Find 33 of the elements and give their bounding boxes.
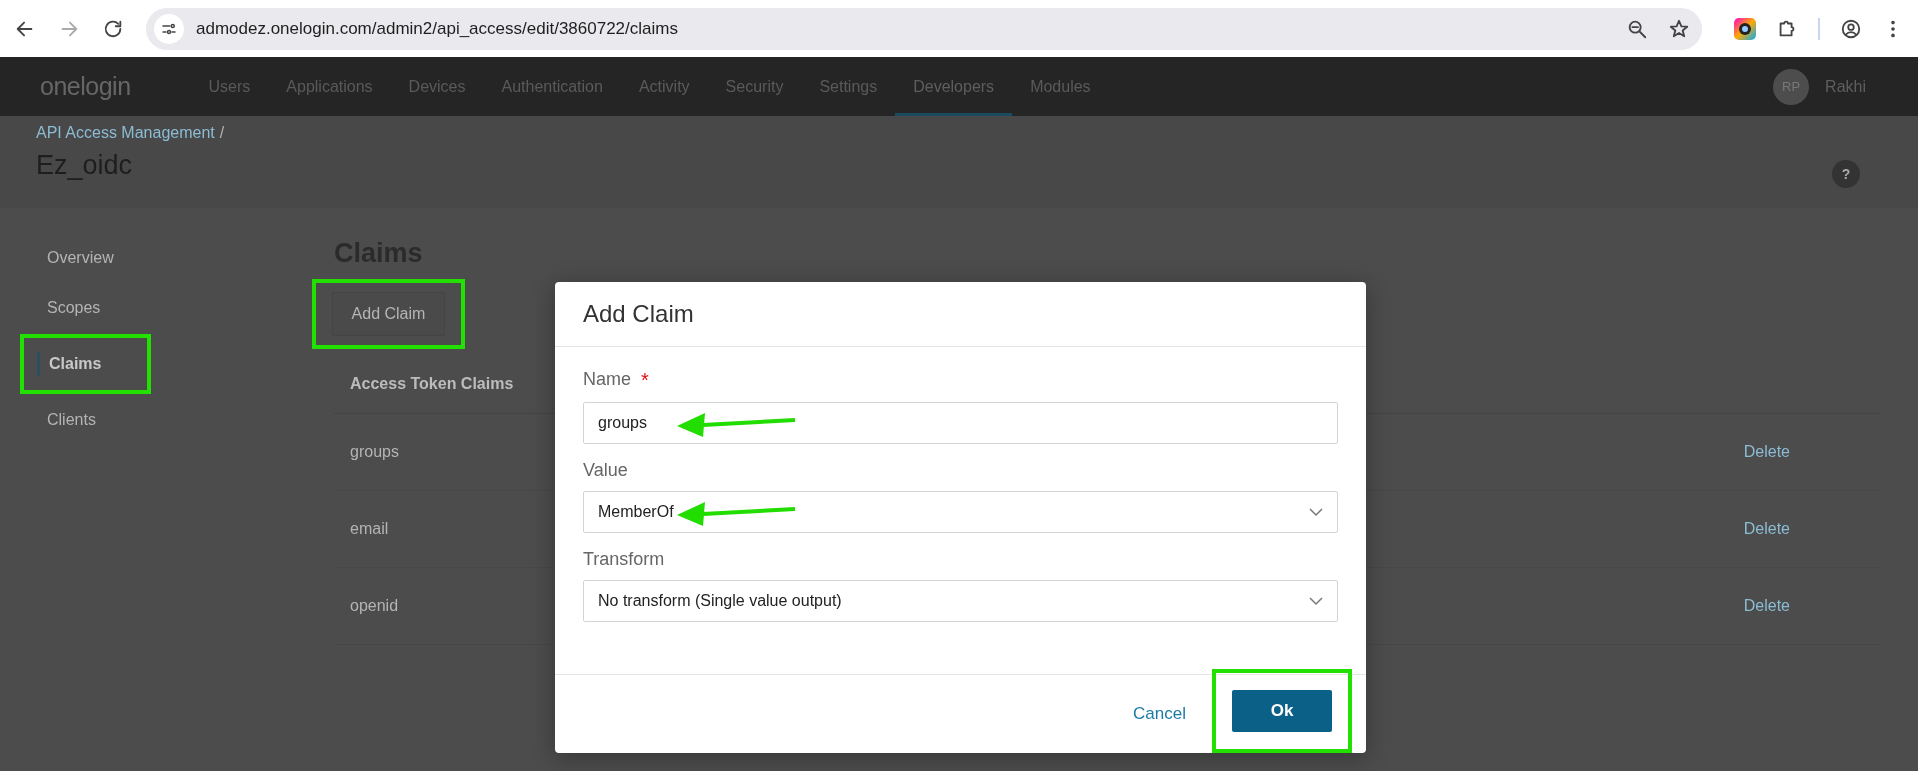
sidebar-item[interactable]: Scopes bbox=[20, 284, 334, 332]
sidebar-item[interactable]: Clients bbox=[20, 396, 334, 444]
logo[interactable]: onelogin bbox=[40, 72, 131, 101]
sidebar-item[interactable]: Overview bbox=[20, 234, 334, 282]
required-mark: * bbox=[641, 369, 649, 392]
breadcrumb-separator: / bbox=[219, 124, 225, 142]
ok-button[interactable]: Ok bbox=[1232, 690, 1332, 732]
field-label: Name bbox=[583, 369, 631, 391]
dialog-title: Add Claim bbox=[555, 282, 1366, 347]
claim-name: openid bbox=[350, 597, 399, 615]
help-button[interactable]: ? bbox=[1832, 160, 1860, 188]
claim-name: email bbox=[350, 520, 389, 538]
add-claim-button[interactable]: Add Claim bbox=[331, 292, 446, 336]
breadcrumb-link[interactable]: API Access Management bbox=[36, 124, 215, 142]
sidebar-item[interactable]: Claims bbox=[37, 352, 102, 376]
chevron-down-icon bbox=[1309, 596, 1323, 606]
address-bar[interactable]: admodez.onelogin.com/admin2/api_access/edit/3860722/claims bbox=[146, 7, 1702, 50]
star-icon[interactable] bbox=[1668, 17, 1690, 40]
cancel-link[interactable]: Cancel bbox=[1133, 704, 1186, 724]
profile-icon[interactable] bbox=[1840, 17, 1862, 40]
claim-name: groups bbox=[350, 443, 399, 461]
field-label: Transform bbox=[583, 549, 665, 570]
chevron-down-icon bbox=[1309, 507, 1323, 517]
delete-link[interactable]: Delete bbox=[1743, 597, 1790, 615]
extension-icon[interactable] bbox=[1734, 17, 1756, 40]
dropdown[interactable]: MemberOf bbox=[583, 491, 1338, 533]
delete-link[interactable]: Delete bbox=[1743, 443, 1790, 461]
delete-link[interactable]: Delete bbox=[1743, 520, 1790, 538]
user-name[interactable]: Rakhi bbox=[1825, 77, 1866, 96]
name-input[interactable]: groups bbox=[583, 402, 1338, 444]
dropdown[interactable]: No transform (Single value output) bbox=[583, 580, 1338, 622]
field-label: Value bbox=[583, 460, 628, 481]
url-text: admodez.onelogin.com/admin2/api_access/edit/3860722/claims bbox=[196, 18, 679, 39]
